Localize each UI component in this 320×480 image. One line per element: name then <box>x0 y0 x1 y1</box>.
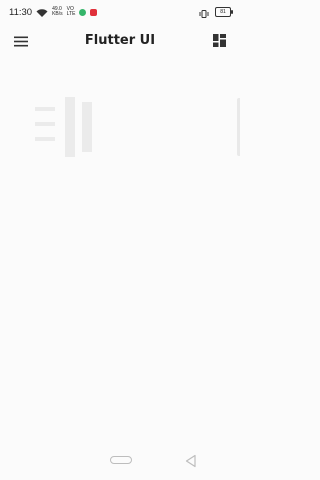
notification-green-icon <box>79 8 87 16</box>
dashboard-button[interactable] <box>210 32 228 50</box>
dashboard-icon <box>212 32 226 51</box>
menu-button[interactable] <box>12 32 30 50</box>
hamburger-menu-icon <box>14 32 28 51</box>
network-speed: 49.0 KB/s <box>52 7 63 17</box>
back-button[interactable] <box>184 453 198 468</box>
home-pill-icon[interactable] <box>110 456 132 464</box>
lte-label: LTE <box>66 11 76 17</box>
status-time: 11:30 <box>9 6 33 18</box>
placeholder-graphic <box>30 92 100 162</box>
volte-indicator: VO LTE <box>67 7 76 17</box>
status-bar: 11:30 49.0 KB/s VO LTE 81 <box>0 0 240 24</box>
notification-red-icon <box>90 8 98 16</box>
signal-icon <box>36 3 48 22</box>
page-title: Flutter UI <box>84 33 156 48</box>
screen: 11:30 49.0 KB/s VO LTE 81 Flutter UI <box>0 0 240 480</box>
status-left: 11:30 49.0 KB/s VO LTE <box>9 3 98 22</box>
back-triangle-icon <box>184 453 198 472</box>
vibrate-icon <box>199 3 209 22</box>
network-speed-unit: KB/s <box>52 11 63 17</box>
status-right: 81 <box>199 3 233 22</box>
drawer-edge-handle[interactable] <box>237 98 240 156</box>
battery-icon: 81 <box>215 7 233 17</box>
navigation-bar <box>0 444 240 480</box>
app-bar: Flutter UI <box>0 24 240 58</box>
